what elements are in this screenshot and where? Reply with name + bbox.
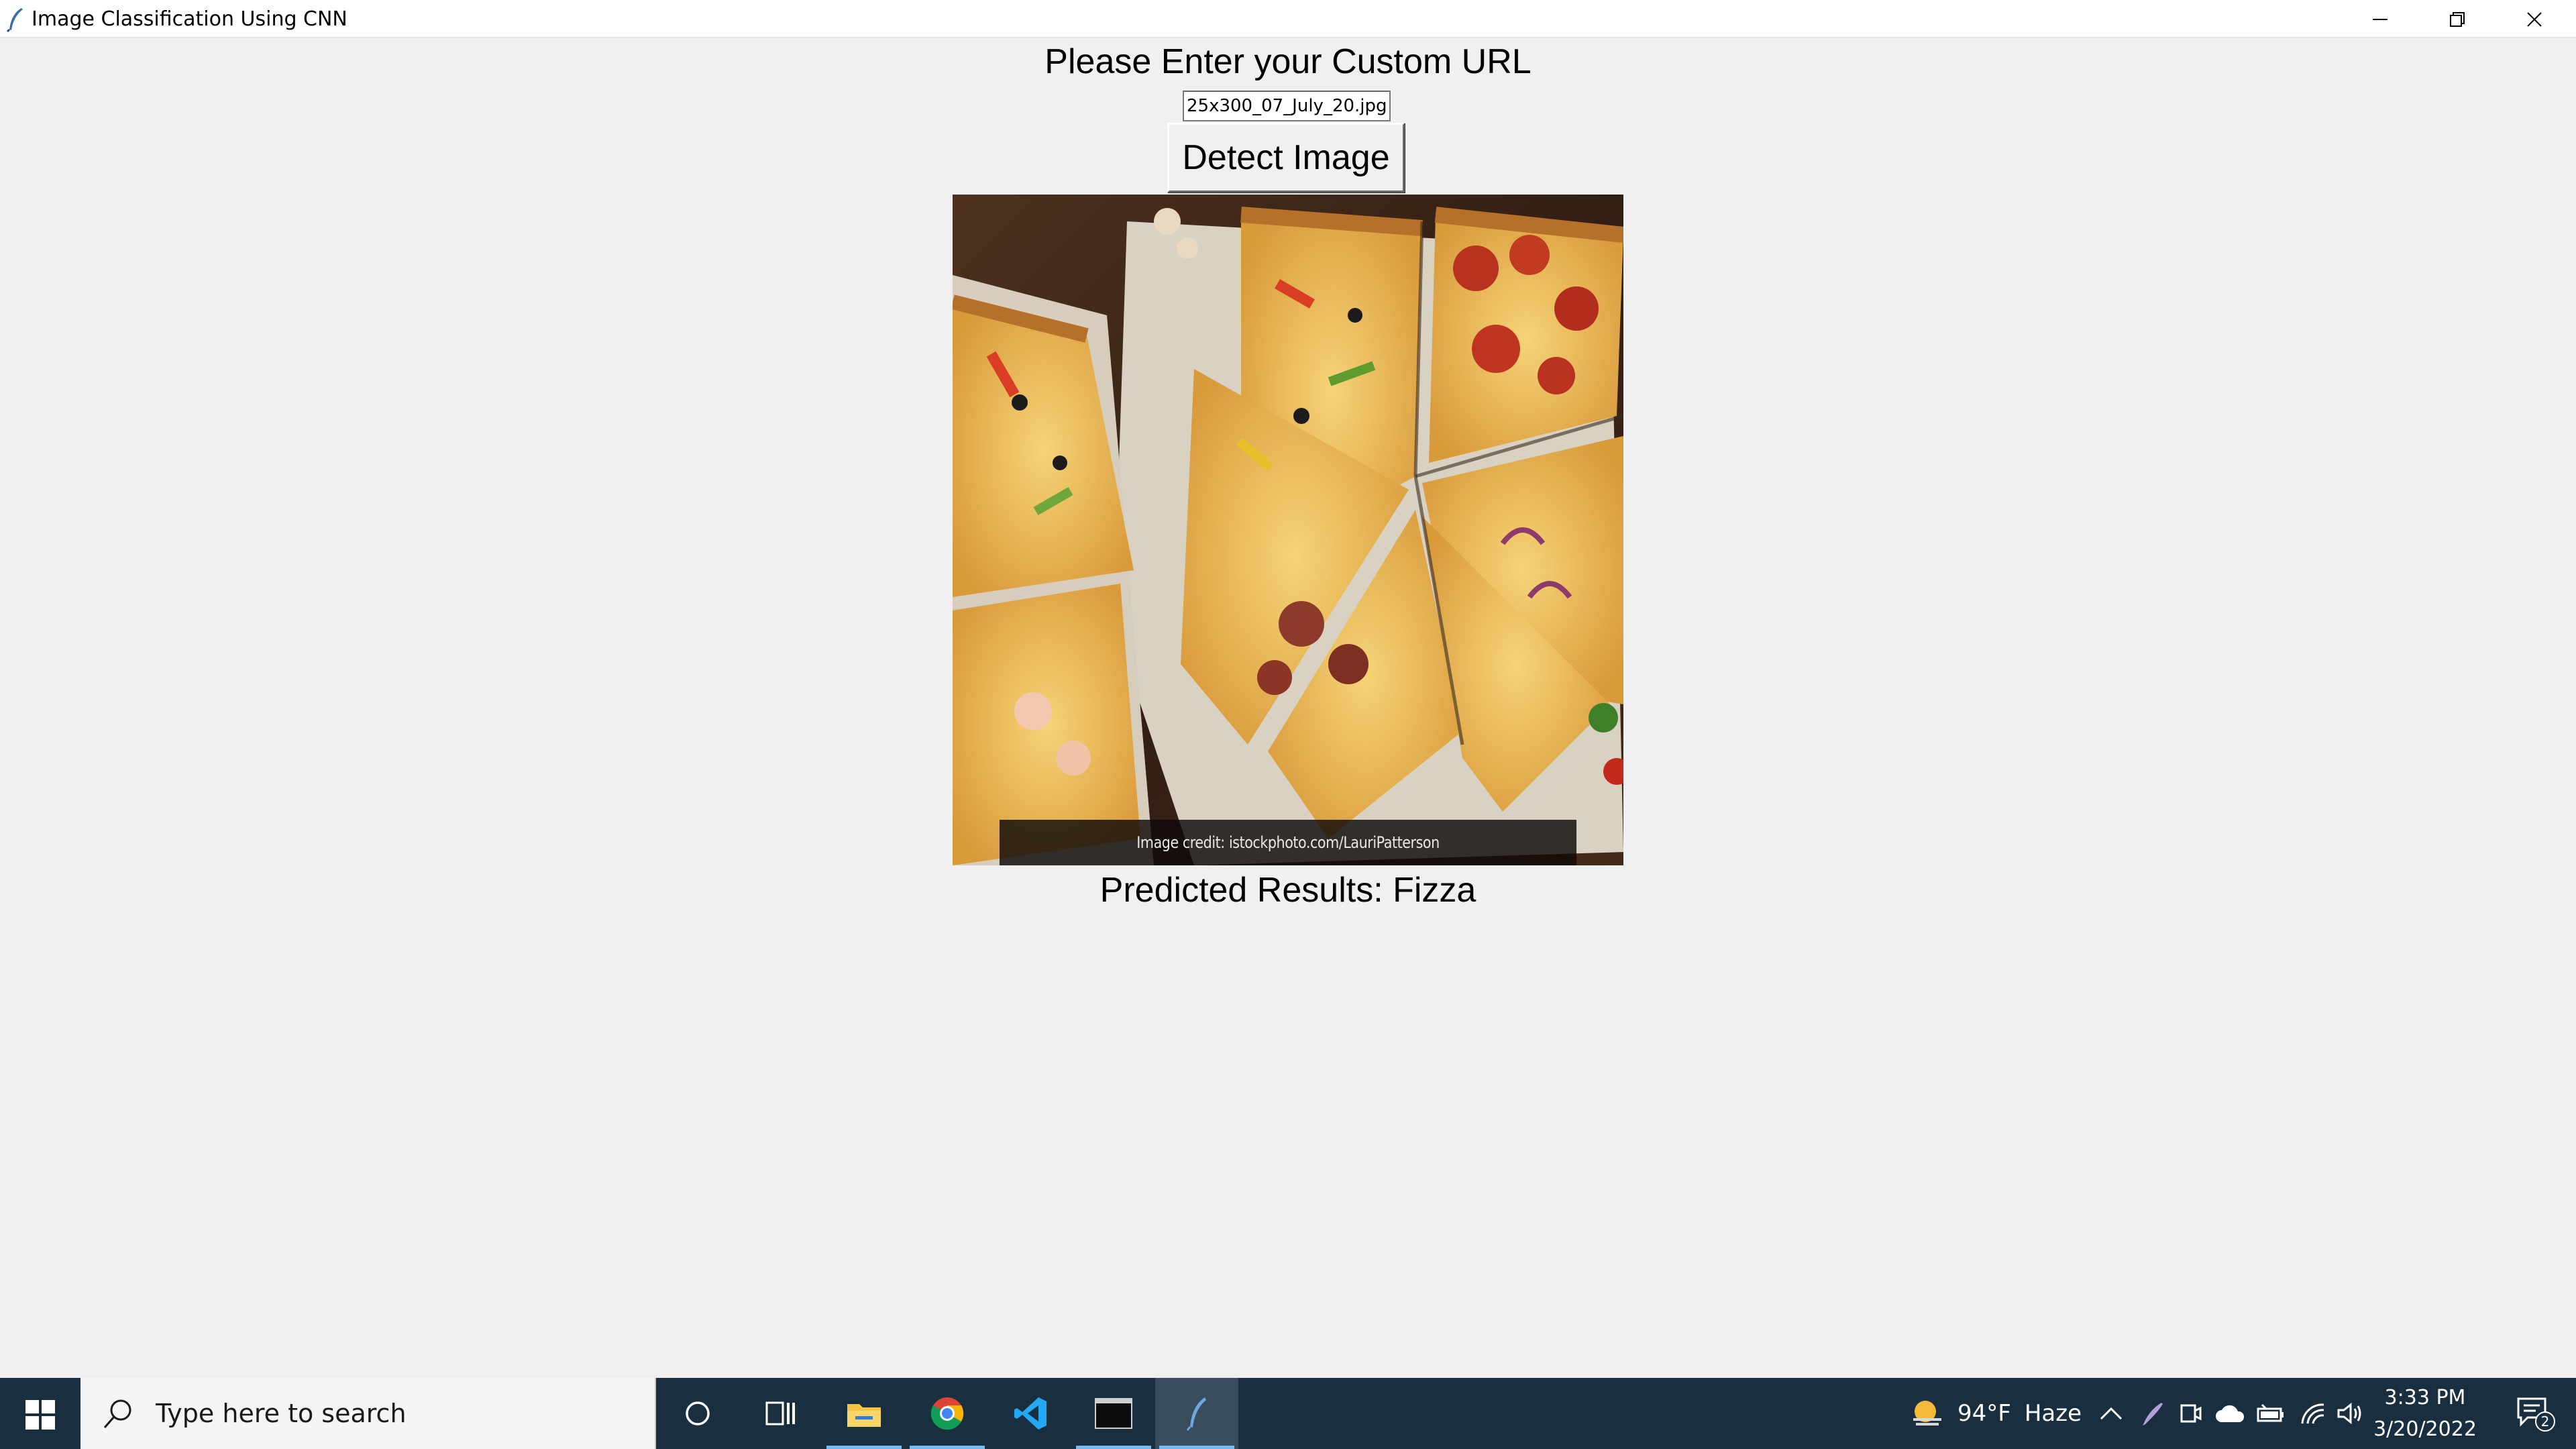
- vscode-icon: [1014, 1397, 1046, 1430]
- chrome-button[interactable]: [906, 1378, 989, 1449]
- pizza-image: Image credit: istockphoto.com/LauriPatte…: [953, 195, 1623, 865]
- weather-condition: Haze: [2024, 1400, 2082, 1427]
- running-indicator: [1159, 1446, 1234, 1449]
- pen-icon: [2143, 1403, 2163, 1426]
- cortana-button[interactable]: [656, 1378, 739, 1449]
- title-bar[interactable]: Image Classification Using CNN: [0, 0, 2576, 38]
- restore-button[interactable]: [2418, 0, 2496, 38]
- speaker-icon: [2337, 1402, 2361, 1425]
- url-input[interactable]: 25x300_07_July_20.jpg: [1183, 91, 1391, 121]
- notification-count: 2: [2541, 1413, 2550, 1430]
- weather-haze-icon: [1913, 1401, 1941, 1426]
- file-explorer-button[interactable]: [822, 1378, 906, 1449]
- search-placeholder: Type here to search: [156, 1399, 407, 1428]
- close-button[interactable]: [2496, 0, 2573, 38]
- start-button[interactable]: [0, 1378, 80, 1449]
- minimize-icon: [2372, 18, 2387, 20]
- battery-button[interactable]: [2257, 1378, 2285, 1449]
- detect-image-button[interactable]: Detect Image: [1167, 123, 1405, 193]
- feather-app-icon: [5, 7, 25, 33]
- meet-now-button[interactable]: [2179, 1378, 2202, 1449]
- onedrive-cloud-icon: [2216, 1405, 2245, 1422]
- taskbar-search-box[interactable]: Type here to search: [80, 1378, 656, 1449]
- action-center-button[interactable]: 2: [2496, 1378, 2576, 1449]
- weather-widget[interactable]: 94°F Haze: [1911, 1378, 2082, 1449]
- prediction-result: Predicted Results: Fizza: [1099, 871, 1477, 910]
- meet-now-icon: [2180, 1404, 2202, 1423]
- running-indicator: [826, 1446, 902, 1449]
- page-title: Please Enter your Custom URL: [1044, 42, 1532, 81]
- close-icon: [2526, 11, 2542, 27]
- weather-temp: 94°F: [1957, 1400, 2011, 1427]
- window-title: Image Classification Using CNN: [32, 7, 347, 31]
- clock-date: 3/20/2022: [2373, 1417, 2477, 1441]
- notification-icon: 2: [2517, 1397, 2555, 1432]
- taskbar: Type here to search 94°F Haze 3:33 PM 3/…: [0, 1378, 2576, 1449]
- clock-time: 3:33 PM: [2384, 1386, 2466, 1409]
- running-indicator: [1076, 1446, 1151, 1449]
- chrome-icon: [930, 1397, 964, 1430]
- cortana-icon: [686, 1401, 710, 1426]
- python-feather-icon: [1186, 1397, 1206, 1431]
- battery-icon: [2257, 1403, 2284, 1422]
- minimize-button[interactable]: [2341, 0, 2418, 38]
- pen-tray-button[interactable]: [2139, 1378, 2165, 1449]
- running-indicator: [910, 1446, 985, 1449]
- task-view-button[interactable]: [739, 1378, 822, 1449]
- restore-icon: [2449, 11, 2465, 27]
- task-view-icon: [765, 1401, 795, 1426]
- wifi-icon: [2301, 1403, 2324, 1424]
- python-app-button[interactable]: [1155, 1378, 1238, 1449]
- terminal-icon: [1095, 1398, 1132, 1429]
- file-explorer-icon: [847, 1404, 881, 1427]
- windows-logo-icon: [25, 1400, 55, 1430]
- app-window-content: Please Enter your Custom URL 25x300_07_J…: [0, 38, 2576, 1378]
- search-icon: [103, 1399, 131, 1428]
- chevron-up-icon: [2100, 1407, 2123, 1420]
- taskbar-clock[interactable]: 3:33 PM 3/20/2022: [2361, 1378, 2489, 1449]
- wifi-button[interactable]: [2300, 1378, 2326, 1449]
- image-credit: Image credit: istockphoto.com/LauriPatte…: [1000, 820, 1576, 865]
- terminal-button[interactable]: [1072, 1378, 1155, 1449]
- volume-button[interactable]: [2337, 1378, 2364, 1449]
- show-hidden-icons-button[interactable]: [2100, 1378, 2123, 1449]
- onedrive-button[interactable]: [2215, 1378, 2245, 1449]
- vscode-button[interactable]: [989, 1378, 1072, 1449]
